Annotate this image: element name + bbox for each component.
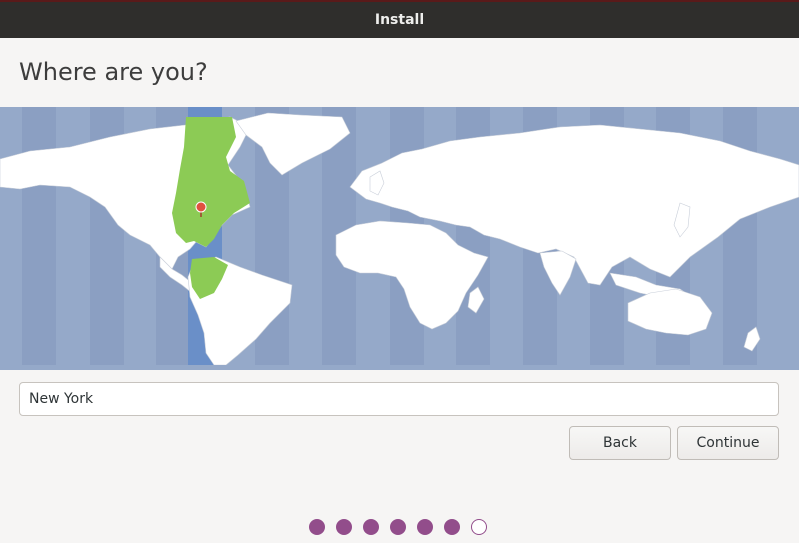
progress-dot-completed xyxy=(444,519,460,535)
continue-button-label: Continue xyxy=(696,435,760,451)
back-button[interactable]: Back xyxy=(569,426,671,460)
timezone-map[interactable] xyxy=(0,107,799,370)
progress-indicator xyxy=(309,519,487,535)
page-header: Where are you? xyxy=(0,38,799,106)
page-title: Where are you? xyxy=(19,58,208,86)
progress-dot-current xyxy=(471,519,487,535)
progress-dot-completed xyxy=(363,519,379,535)
installer-window: Install Where are you? New York Back Con… xyxy=(0,0,799,543)
continue-button[interactable]: Continue xyxy=(677,426,779,460)
back-button-label: Back xyxy=(603,435,637,451)
title-bar[interactable]: Install xyxy=(0,0,799,38)
progress-dot-completed xyxy=(336,519,352,535)
location-input[interactable] xyxy=(19,382,779,416)
world-map-graphic xyxy=(0,107,799,370)
progress-dot-completed xyxy=(309,519,325,535)
progress-dot-completed xyxy=(390,519,406,535)
progress-dot-completed xyxy=(417,519,433,535)
window-title: Install xyxy=(374,12,425,28)
